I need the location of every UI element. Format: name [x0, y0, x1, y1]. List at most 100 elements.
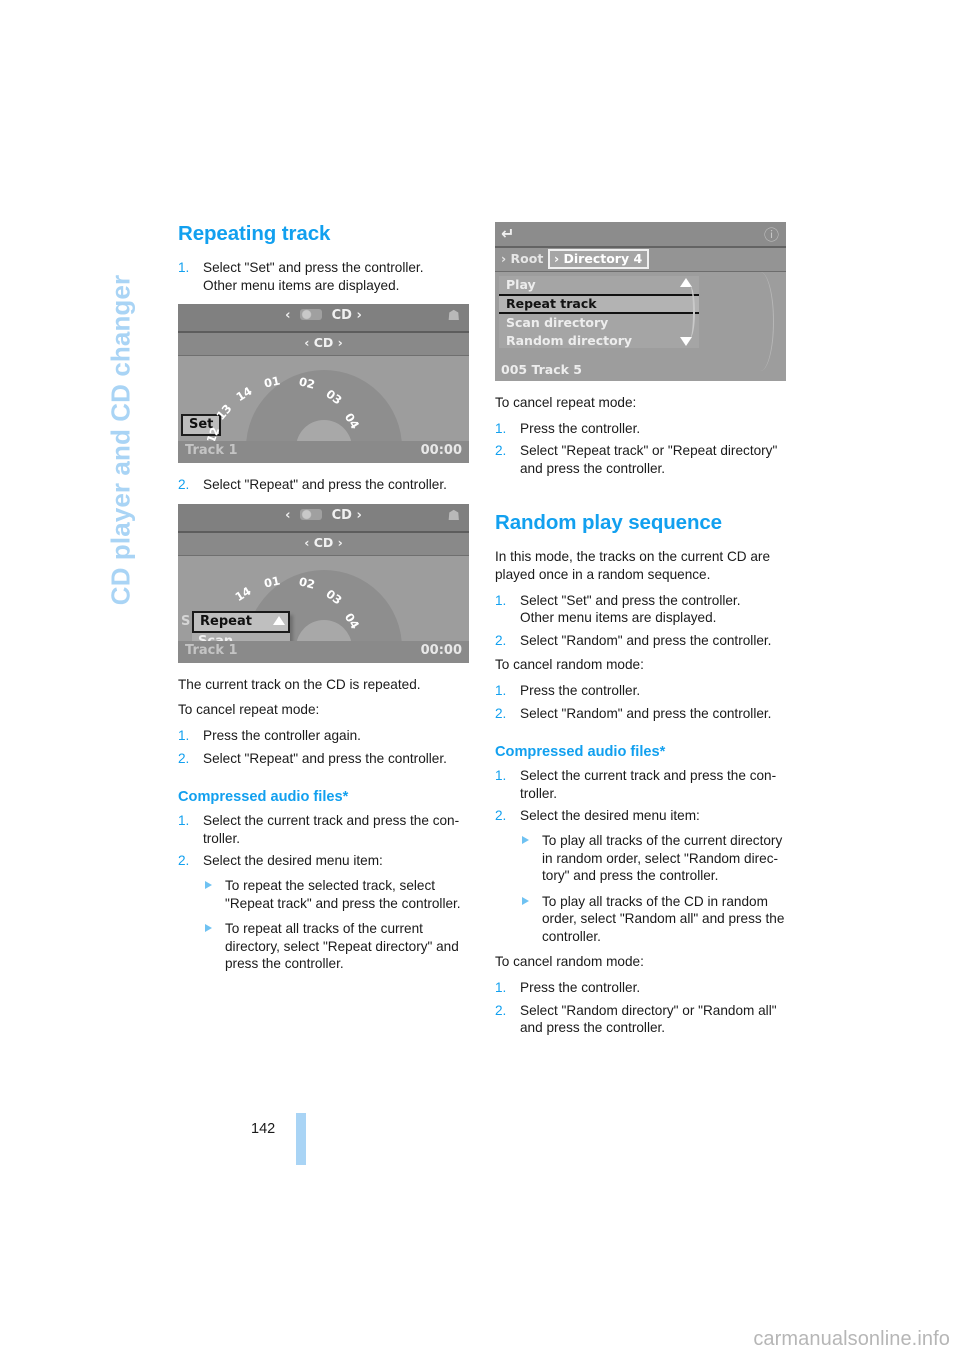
idrive-sub-source-label: ‹ CD ›	[178, 535, 469, 550]
body-text-cancel-repeat: To cancel repeat mode:	[178, 702, 320, 718]
menu-item-label: Random directory	[506, 333, 633, 348]
subsection-title-compressed-audio: Compressed audio files*	[495, 744, 666, 761]
idrive-source-label: ‹ CD ›	[178, 308, 469, 323]
steps-list-repeating-track: 1. Select "Set" and press the controller…	[178, 259, 474, 294]
home-icon: ☗	[447, 507, 460, 524]
section-title-random-play: Random play sequence	[495, 511, 722, 535]
step-text: Select the desired menu item:	[520, 808, 700, 824]
menu-item-repeat[interactable]: Repeat	[192, 610, 290, 633]
list-item: 2. Select the desired menu item:	[178, 852, 474, 870]
steps-list-random: 1. Select "Set" and press the controller…	[495, 592, 791, 650]
step-number: 1.	[178, 260, 190, 275]
breadcrumb-item-root[interactable]: › Root	[501, 251, 543, 266]
chapter-tab-label: CD player and CD changer	[105, 274, 136, 606]
breadcrumb-item-directory[interactable]: › Directory 4	[548, 249, 650, 269]
list-item: 1. Press the controller.	[495, 420, 791, 438]
page-number: 142	[251, 1121, 276, 1137]
list-item: 2. Select the desired menu item:	[495, 807, 791, 825]
step-text: Select "Random" and press the controller…	[520, 705, 772, 721]
chevron-left-icon: ‹	[304, 534, 310, 550]
figure-directory-list: ↵ ⓘ › Root › Directory 4 Play Repeat tra…	[495, 222, 786, 381]
home-icon: ☗	[447, 308, 460, 325]
step-number: 2.	[495, 443, 507, 459]
triangle-bullet-icon	[522, 835, 529, 844]
site-watermark: carmanualsonline.info	[753, 1328, 950, 1350]
track-number: 14	[233, 384, 255, 405]
menu-item-label: Play	[506, 277, 536, 292]
menu-item-label: Repeat	[200, 613, 252, 629]
list-item: To repeat the selected track, select "Re…	[203, 877, 474, 912]
list-item: To play all tracks of the CD in random o…	[520, 893, 791, 946]
info-icon[interactable]: ⓘ	[764, 224, 779, 245]
chapter-tab-mark	[296, 1113, 306, 1165]
idrive-status-bar: Track 1 00:00	[178, 640, 469, 663]
triangle-bullet-icon	[205, 880, 212, 889]
body-text-cancel-random-2: To cancel random mode:	[495, 954, 644, 970]
set-button-clipped: S	[181, 613, 191, 629]
list-item: To play all tracks of the current direct…	[520, 832, 791, 885]
chevron-left-icon: ‹	[285, 308, 291, 324]
chevron-right-icon: ›	[337, 534, 343, 550]
list-item: 1. Select "Set" and press the controller…	[178, 259, 474, 294]
step-number: 1.	[495, 420, 507, 436]
step-number: 1.	[495, 768, 507, 784]
submenu-arrow-icon	[273, 615, 285, 625]
steps-list-select-repeat: 2. Select "Repeat" and press the control…	[178, 476, 474, 494]
steps-list-cancel-repeat-compressed: 1. Press the controller. 2. Select "Repe…	[495, 420, 791, 478]
steps-list-compressed-audio: 1. Select the current track and press th…	[178, 812, 474, 870]
menu-item-repeat-track[interactable]: Repeat track	[499, 294, 699, 314]
track-number: 14	[232, 583, 254, 604]
menu-item-scan-directory[interactable]: Scan directory	[499, 314, 699, 332]
back-arrow-icon[interactable]: ↵	[501, 224, 514, 243]
menu-item-label: Repeat track	[506, 296, 597, 311]
chevron-right-icon: ›	[356, 308, 362, 324]
steps-list-cancel-repeat: 1. Press the controller again. 2. Select…	[178, 727, 474, 767]
left-column: Repeating track 1. Select "Set" and pres…	[178, 222, 474, 981]
status-track-label: Track 1	[185, 443, 238, 459]
right-column: ↵ ⓘ › Root › Directory 4 Play Repeat tra…	[495, 222, 791, 1044]
step-number: 2.	[495, 1002, 507, 1018]
menu-item-label: Scan directory	[506, 315, 609, 330]
source-name: CD	[331, 507, 352, 523]
list-item: 1. Select "Set" and press the controller…	[495, 592, 791, 627]
chevron-right-icon: ›	[501, 251, 507, 266]
idrive-stage: S 14 01 02 03 04 Repeat Scan	[178, 555, 469, 663]
disc-icon	[300, 309, 323, 321]
idrive-top-bar: ‹ CD › ☗	[178, 304, 469, 334]
status-time-label: 00:00	[420, 642, 462, 658]
bullet-text: To repeat the selected track, select "Re…	[225, 877, 461, 911]
step-text-line2: troller.	[203, 830, 241, 846]
page-footer: 142	[178, 1113, 348, 1173]
idrive-status-bar: Track 1 00:00	[178, 441, 469, 464]
menu-item-play[interactable]: Play	[499, 276, 699, 294]
now-playing-label: 005 Track 5	[501, 362, 582, 377]
list-item: 2. Select "Repeat track" or "Repeat dire…	[495, 442, 791, 477]
list-item: 2. Select "Random" and press the control…	[495, 632, 791, 650]
step-number: 1.	[495, 592, 507, 608]
steps-list-compressed-random: 1. Select the current track and press th…	[495, 767, 791, 825]
body-text-random-intro: In this mode, the tracks on the current …	[495, 549, 771, 582]
bullet-text: To play all tracks of the CD in random o…	[542, 893, 785, 944]
idrive-source-label: ‹ CD ›	[178, 508, 469, 523]
step-number: 2.	[178, 750, 190, 766]
step-text: Select the current track and press the c…	[203, 813, 460, 829]
step-text-line2: Other menu items are displayed.	[203, 277, 400, 293]
chapter-tab: CD player and CD changer	[98, 180, 144, 700]
step-text-line2: Other menu items are displayed.	[520, 610, 717, 626]
breadcrumb-label: Root	[510, 251, 544, 266]
bullet-text: To play all tracks of the current direct…	[542, 832, 783, 884]
page-title: Repeating track	[178, 222, 331, 245]
step-text: Select "Random" and press the controller…	[520, 632, 772, 648]
step-text: Press the controller.	[520, 420, 641, 436]
step-text: Press the controller again.	[203, 727, 361, 743]
menu-item-random-directory[interactable]: Random directory	[499, 332, 699, 350]
breadcrumb: › Root › Directory 4	[495, 248, 786, 272]
bullet-list-repeat-options: To repeat the selected track, select "Re…	[203, 877, 474, 973]
scroll-down-icon[interactable]	[680, 337, 692, 346]
list-item: 1. Press the controller.	[495, 682, 791, 700]
idrive-stage: Set 12 13 14 01 02 03 04	[178, 356, 469, 454]
idrive-top-bar: ‹ CD › ☗	[178, 503, 469, 533]
scrollbar[interactable]	[679, 278, 695, 346]
bullet-list-random-options: To play all tracks of the current direct…	[520, 832, 791, 946]
list-item: 2. Select "Random" and press the control…	[495, 705, 791, 723]
